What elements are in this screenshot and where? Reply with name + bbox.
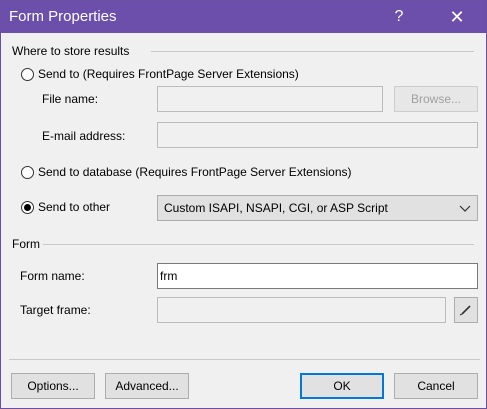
send-to-radio[interactable]: [21, 67, 34, 81]
ok-button[interactable]: OK: [300, 373, 384, 399]
send-to-other-dropdown[interactable]: Custom ISAPI, NSAPI, CGI, or ASP Script: [157, 195, 478, 221]
store-section-divider: [151, 51, 474, 52]
pencil-icon: [459, 305, 471, 316]
advanced-button[interactable]: Advanced...: [105, 373, 189, 399]
send-to-database-radio[interactable]: [21, 165, 34, 179]
form-section-label: Form: [12, 237, 40, 251]
form-properties-dialog: Form Properties ? ✕ Where to store resul…: [0, 0, 487, 409]
send-to-other-label: Send to other: [38, 200, 111, 214]
file-name-input[interactable]: [157, 86, 383, 112]
send-to-other-radio[interactable]: [21, 200, 34, 214]
help-button[interactable]: ?: [377, 1, 421, 33]
cancel-button[interactable]: Cancel: [394, 373, 478, 399]
form-section-divider: [43, 244, 474, 245]
send-to-label: Send to (Requires FrontPage Server Exten…: [38, 67, 299, 81]
file-name-label: File name:: [42, 92, 99, 106]
target-frame-label: Target frame:: [20, 303, 91, 317]
target-frame-edit-button[interactable]: [454, 297, 478, 323]
send-to-database-label: Send to database (Requires FrontPage Ser…: [38, 165, 352, 179]
window-title: Form Properties: [9, 8, 117, 25]
email-address-label: E-mail address:: [42, 129, 126, 143]
send-to-other-radio-row[interactable]: Send to other: [21, 200, 110, 214]
send-to-other-selected-value: Custom ISAPI, NSAPI, CGI, or ASP Script: [164, 201, 388, 215]
close-icon: ✕: [449, 6, 465, 27]
send-to-database-radio-row[interactable]: Send to database (Requires FrontPage Ser…: [21, 165, 352, 179]
store-section-label: Where to store results: [12, 44, 130, 58]
form-name-input[interactable]: [157, 263, 478, 289]
options-button[interactable]: Options...: [11, 373, 95, 399]
chevron-down-icon: [459, 205, 471, 212]
send-to-radio-row[interactable]: Send to (Requires FrontPage Server Exten…: [21, 67, 299, 81]
browse-button[interactable]: Browse...: [394, 86, 478, 112]
target-frame-input[interactable]: [157, 297, 446, 323]
help-icon: ?: [394, 8, 404, 25]
footer-divider: [9, 359, 480, 360]
close-button[interactable]: ✕: [435, 1, 479, 33]
email-address-input[interactable]: [157, 122, 478, 148]
form-name-label: Form name:: [20, 269, 85, 283]
title-bar[interactable]: Form Properties ? ✕: [1, 1, 486, 33]
